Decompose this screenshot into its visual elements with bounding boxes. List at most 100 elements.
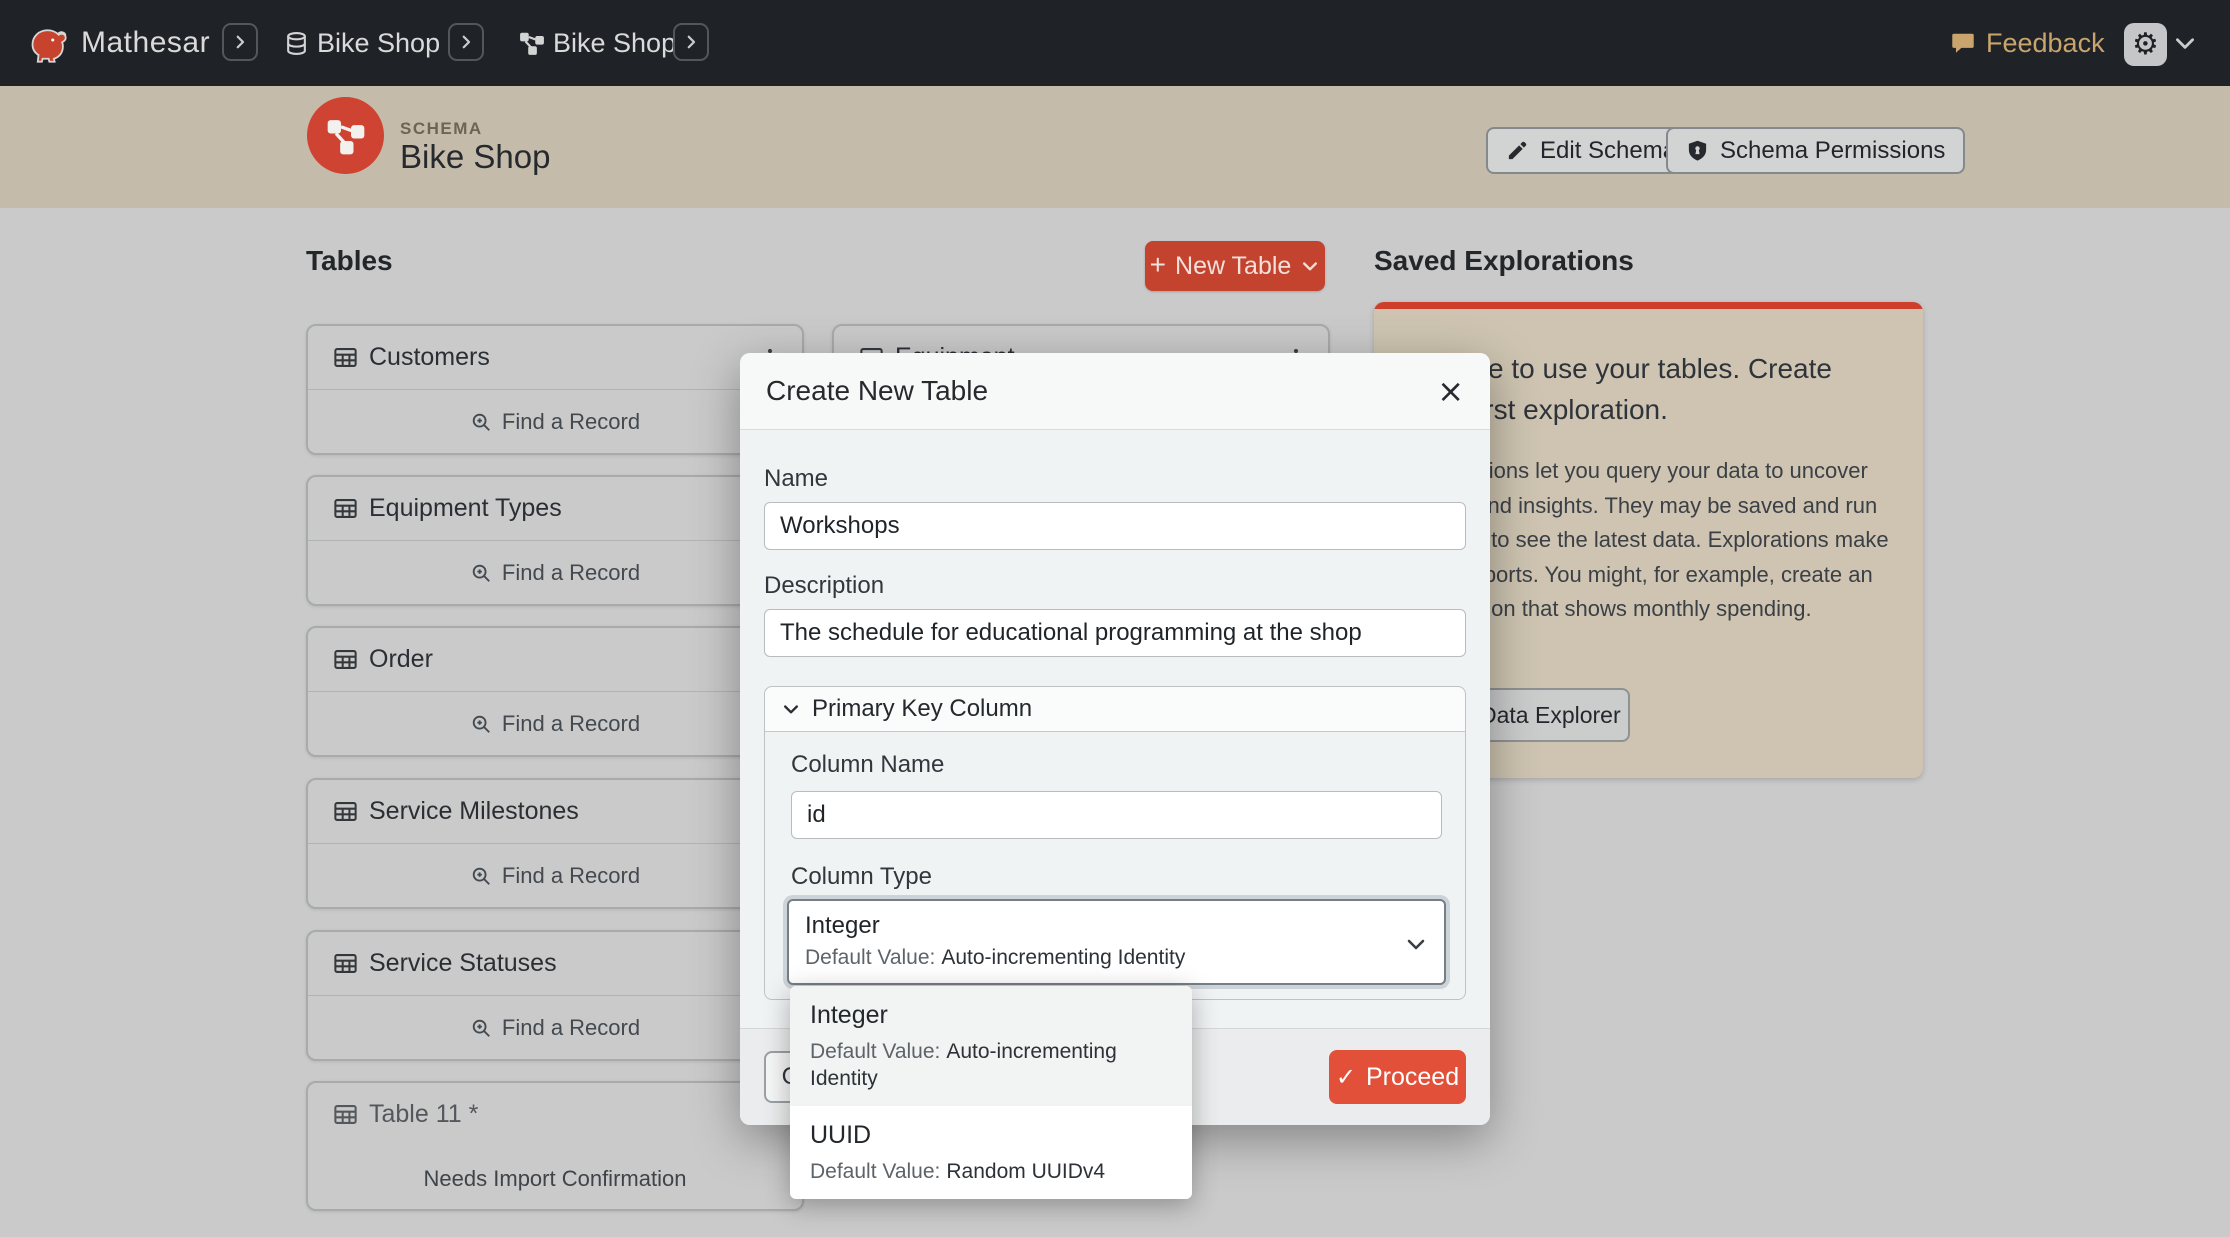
import-confirmation-status: Needs Import Confirmation (308, 1146, 802, 1211)
find-record-button[interactable]: Find a Record (308, 844, 802, 907)
name-input[interactable] (764, 502, 1466, 550)
chevron-down-icon (2172, 30, 2198, 56)
breadcrumb-database[interactable]: Bike Shop (284, 0, 440, 86)
table-card-customers: Customers Find a Record (306, 324, 804, 455)
table-icon (332, 798, 359, 825)
schema-permissions-label: Schema Permissions (1720, 137, 1945, 165)
elephant-logo-icon (22, 17, 70, 69)
table-name: Equipment Types (369, 494, 758, 523)
table-link-order[interactable]: Order (308, 628, 802, 691)
find-record-button[interactable]: Find a Record (308, 692, 802, 755)
edit-schema-label: Edit Schema (1540, 137, 1676, 165)
table-name: Customers (369, 343, 758, 372)
find-record-button[interactable]: Find a Record (308, 996, 802, 1059)
table-link-service-milestones[interactable]: Service Milestones (308, 780, 802, 843)
column-type-select[interactable]: Integer Default Value:Auto-incrementing … (787, 899, 1446, 985)
default-value-label: Default Value: (810, 1160, 940, 1183)
breadcrumb-chevron-1[interactable] (222, 23, 258, 61)
saved-explorations-heading: Saved Explorations (1374, 245, 1634, 277)
plus-icon: + (1150, 251, 1166, 279)
new-table-button[interactable]: + New Table (1145, 241, 1325, 291)
settings-button[interactable]: ⚙ (2124, 23, 2167, 66)
schema-title: Bike Shop (400, 138, 550, 176)
chevron-down-icon (781, 699, 801, 719)
search-record-icon (470, 411, 492, 433)
feedback-button[interactable]: Feedback (1938, 18, 2117, 68)
table-name: Service Milestones (369, 797, 758, 826)
name-label: Name (764, 465, 828, 493)
chevron-right-icon (457, 33, 475, 51)
breadcrumb-chevron-2[interactable] (448, 23, 484, 61)
find-record-label: Find a Record (502, 863, 640, 889)
type-option-name: UUID (810, 1119, 1172, 1151)
breadcrumb-chevron-3[interactable] (673, 23, 709, 61)
column-type-dropdown: Integer Default Value:Auto-incrementing … (790, 986, 1192, 1199)
schema-breadcrumb-label: Bike Shop (553, 28, 676, 59)
table-link-service-statuses[interactable]: Service Statuses (308, 932, 802, 995)
table-icon (332, 495, 359, 522)
column-type-label: Column Type (791, 863, 932, 891)
find-record-label: Find a Record (502, 560, 640, 586)
modal-title: Create New Table (766, 375, 1437, 407)
description-input[interactable] (764, 609, 1466, 657)
find-record-button[interactable]: Find a Record (308, 390, 802, 453)
brand-name[interactable]: Mathesar (81, 26, 210, 60)
default-value-label: Default Value: (805, 946, 935, 969)
schema-avatar (307, 97, 384, 174)
table-card-service-milestones: Service Milestones Find a Record (306, 778, 804, 909)
table-card-service-statuses: Service Statuses Find a Record (306, 930, 804, 1061)
chevron-right-icon (231, 33, 249, 51)
default-value: Random UUIDv4 (946, 1160, 1105, 1183)
breadcrumb-schema[interactable]: Bike Shop (519, 0, 676, 86)
column-name-input[interactable] (791, 791, 1442, 839)
chevron-down-icon (1300, 256, 1320, 276)
table-link-equipment-types[interactable]: Equipment Types (308, 477, 802, 540)
table-icon (332, 950, 359, 977)
shield-lock-icon (1686, 139, 1709, 162)
default-value: Auto-incrementing Identity (941, 946, 1185, 969)
search-record-icon (470, 865, 492, 887)
gear-icon: ⚙ (2132, 30, 2159, 60)
table-name: Table 11 * (369, 1100, 782, 1129)
type-option-default: Default Value:Auto-incrementing Identity (810, 1038, 1172, 1092)
type-option-uuid[interactable]: UUID Default Value: Random UUIDv4 (790, 1106, 1192, 1199)
edit-schema-button[interactable]: Edit Schema (1486, 127, 1696, 174)
table-card-order: Order Find a Record (306, 626, 804, 757)
close-icon[interactable]: × (1437, 375, 1464, 407)
table-name: Order (369, 645, 758, 674)
proceed-button[interactable]: ✓ Proceed (1329, 1050, 1466, 1104)
feedback-label: Feedback (1986, 28, 2105, 59)
schema-icon (519, 30, 545, 56)
check-icon: ✓ (1336, 1065, 1356, 1089)
card-accent-bar (1374, 302, 1923, 309)
settings-caret[interactable] (2172, 30, 2198, 56)
description-label: Description (764, 572, 884, 600)
find-record-label: Find a Record (502, 1015, 640, 1041)
table-icon (332, 1101, 359, 1128)
find-record-label: Find a Record (502, 409, 640, 435)
primary-key-section-toggle[interactable]: Primary Key Column (765, 687, 1465, 732)
find-record-button[interactable]: Find a Record (308, 541, 802, 604)
schema-permissions-button[interactable]: Schema Permissions (1666, 127, 1965, 174)
type-option-integer[interactable]: Integer Default Value:Auto-incrementing … (790, 986, 1192, 1106)
chevron-down-icon (1404, 932, 1428, 956)
table-icon (332, 344, 359, 371)
find-record-label: Find a Record (502, 711, 640, 737)
default-value-label: Default Value: (810, 1040, 940, 1063)
table-link-table-11[interactable]: Table 11 * (308, 1083, 802, 1146)
navbar: Mathesar Bike Shop (0, 0, 2230, 86)
selected-type-default: Default Value: Auto-incrementing Identity (805, 944, 1428, 972)
table-card-equipment-types: Equipment Types Find a Record (306, 475, 804, 606)
type-option-name: Integer (810, 999, 1172, 1031)
speech-bubble-icon (1950, 30, 1976, 56)
search-record-icon (470, 1017, 492, 1039)
schema-icon (326, 116, 366, 156)
tables-heading: Tables (306, 245, 393, 277)
table-link-customers[interactable]: Customers (308, 326, 802, 389)
modal-header: Create New Table × (740, 353, 1490, 430)
search-record-icon (470, 562, 492, 584)
brand: Mathesar (81, 0, 210, 86)
schema-header: SCHEMA Bike Shop Edit Schema Schema Perm… (0, 86, 2230, 208)
mathesar-logo[interactable] (22, 0, 70, 86)
database-breadcrumb-label: Bike Shop (317, 28, 440, 59)
